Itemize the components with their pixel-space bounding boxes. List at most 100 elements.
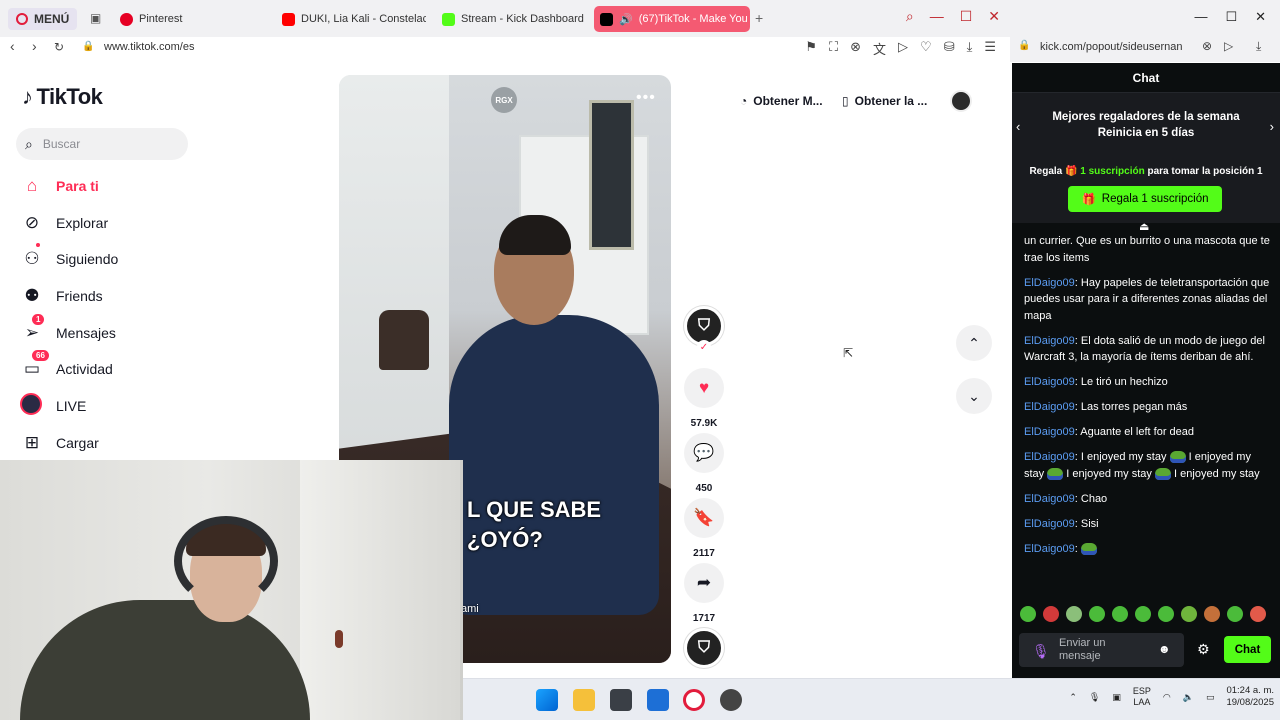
forward-icon[interactable]: › bbox=[32, 38, 37, 54]
download-icon[interactable]: ⤓ bbox=[1256, 39, 1261, 54]
emote-icon[interactable] bbox=[1158, 606, 1174, 622]
account-icon[interactable]: ⛁ bbox=[944, 39, 955, 58]
emote-icon[interactable] bbox=[1089, 606, 1105, 622]
music-disc[interactable]: ⛉ bbox=[684, 628, 724, 668]
close-icon[interactable]: ✕ bbox=[1255, 9, 1266, 25]
search-input[interactable]: ⌕ Buscar bbox=[16, 128, 188, 160]
more-options-icon[interactable]: ••• bbox=[636, 89, 656, 107]
followed-check-icon[interactable]: ✓ bbox=[697, 340, 711, 354]
microphone-icon[interactable]: 🎙 bbox=[1089, 692, 1100, 703]
get-desktop-app-link[interactable]: ▯ Obtener la ... bbox=[842, 90, 927, 112]
nav-siguiendo[interactable]: ⚇ Siguiendo bbox=[22, 243, 118, 271]
emote-icon[interactable] bbox=[1112, 606, 1128, 622]
heart-icon[interactable]: ♡ bbox=[920, 39, 932, 58]
minimize-icon[interactable]: — bbox=[1194, 9, 1207, 25]
language-indicator[interactable]: ESP LAA bbox=[1133, 686, 1151, 708]
nav-mensajes[interactable]: ➢ 1 Mensajes bbox=[22, 314, 116, 345]
speaker-icon[interactable]: 🔊 bbox=[619, 13, 633, 26]
adblock-icon[interactable]: ⊗ bbox=[850, 39, 861, 58]
file-explorer-icon[interactable] bbox=[573, 689, 595, 711]
next-video-button[interactable]: ⌄ bbox=[956, 378, 992, 414]
play-icon[interactable]: ▷ bbox=[898, 39, 908, 58]
chat-username[interactable]: ElDaigo09 bbox=[1024, 401, 1075, 413]
pin-icon[interactable]: ⚑ bbox=[805, 39, 817, 58]
emote-icon[interactable] bbox=[1066, 606, 1082, 622]
chat-username[interactable]: ElDaigo09 bbox=[1024, 426, 1075, 438]
emote-icon[interactable] bbox=[1135, 606, 1151, 622]
search-tabs-icon[interactable]: ⌕ bbox=[906, 8, 914, 25]
obs-icon[interactable] bbox=[720, 689, 742, 711]
back-icon[interactable]: ‹ bbox=[10, 38, 15, 54]
chat-username[interactable]: ElDaigo09 bbox=[1024, 543, 1075, 555]
chat-username[interactable]: ElDaigo09 bbox=[1024, 277, 1075, 289]
emote-icon[interactable] bbox=[1181, 606, 1197, 622]
easy-setup-icon[interactable]: ☰ bbox=[984, 39, 996, 58]
volume-icon[interactable]: 🔈 bbox=[1183, 692, 1194, 703]
tiktok-logo[interactable]: ♪ TikTok bbox=[22, 84, 103, 110]
translate-icon[interactable]: 文 bbox=[873, 39, 886, 58]
get-app-link[interactable]: ◔ Obtener M... bbox=[740, 90, 823, 112]
download-icon[interactable]: ⤓ bbox=[967, 39, 973, 58]
snapshot-icon[interactable]: ⛶ bbox=[829, 39, 838, 58]
gift-subscription-button[interactable]: 🎁 Regala 1 suscripción bbox=[1068, 186, 1222, 212]
workspaces-icon[interactable]: ▣ bbox=[90, 11, 101, 25]
chat-username[interactable]: ElDaigo09 bbox=[1024, 518, 1075, 530]
battery-icon[interactable]: ▭ bbox=[1206, 692, 1215, 703]
send-chat-button[interactable]: Chat bbox=[1224, 636, 1271, 663]
adblock-icon[interactable]: ⊗ bbox=[1202, 39, 1212, 53]
chat-username[interactable]: ElDaigo09 bbox=[1024, 335, 1075, 347]
close-icon[interactable]: ✕ bbox=[988, 8, 1000, 25]
video-frame-painting bbox=[589, 100, 634, 250]
app-cube-icon[interactable] bbox=[610, 689, 632, 711]
display-icon[interactable]: ▣ bbox=[1112, 692, 1121, 703]
like-button[interactable]: ♥ 57.9K bbox=[684, 368, 724, 429]
nav-para-ti[interactable]: ⌂ Para ti bbox=[22, 174, 99, 198]
pepe-emote-icon bbox=[1080, 542, 1097, 555]
creator-avatar[interactable]: ⛉ ✓ bbox=[684, 306, 724, 354]
tab-pinterest[interactable]: Pinterest bbox=[114, 6, 274, 32]
collapse-handle-icon[interactable]: ⏏ bbox=[1139, 220, 1149, 233]
minimize-icon[interactable]: — bbox=[930, 8, 944, 25]
maximize-icon[interactable]: ☐ bbox=[960, 8, 973, 25]
tab-youtube[interactable]: DUKI, Lia Kali - Constelac bbox=[276, 6, 426, 32]
caption-line: ¿OYÓ? bbox=[467, 527, 543, 552]
chat-username[interactable]: ElDaigo09 bbox=[1024, 451, 1075, 463]
save-button[interactable]: 🔖 2117 bbox=[684, 498, 724, 559]
emote-icon[interactable] bbox=[1250, 606, 1266, 622]
coin-icon: ◔ bbox=[740, 94, 748, 108]
play-icon[interactable]: ▷ bbox=[1224, 39, 1233, 53]
maximize-icon[interactable]: ☐ bbox=[1225, 9, 1237, 25]
tab-kick-dashboard[interactable]: Stream - Kick Dashboard bbox=[436, 6, 591, 32]
app-edit-icon[interactable] bbox=[647, 689, 669, 711]
microphone-icon[interactable]: 🎙 bbox=[1032, 643, 1050, 660]
chat-username[interactable]: ElDaigo09 bbox=[1024, 376, 1075, 388]
emote-icon[interactable] bbox=[1020, 606, 1036, 622]
wifi-icon[interactable]: ◠ bbox=[1163, 692, 1171, 703]
emoji-picker-icon[interactable]: ☻ bbox=[1158, 642, 1171, 656]
gear-icon[interactable]: ⚙ bbox=[1197, 641, 1210, 658]
emote-icon[interactable] bbox=[1204, 606, 1220, 622]
opera-taskbar-icon[interactable] bbox=[683, 689, 705, 711]
nav-live[interactable]: LIVE bbox=[20, 392, 86, 418]
url-field[interactable]: www.tiktok.com/es bbox=[104, 41, 194, 53]
comment-button[interactable]: 💬 450 bbox=[684, 433, 724, 494]
chevron-up-icon[interactable]: ⌃ bbox=[1069, 692, 1077, 703]
nav-actividad[interactable]: ▭ 66 Actividad bbox=[22, 350, 113, 381]
opera-menu-button[interactable]: MENÚ bbox=[8, 8, 78, 30]
emote-icon[interactable] bbox=[1043, 606, 1059, 622]
kick-url-field[interactable]: kick.com/popout/sideusernan bbox=[1040, 41, 1182, 53]
new-tab-icon[interactable]: + bbox=[755, 10, 763, 26]
chat-message: un currier. Que es un burrito o una masc… bbox=[1024, 233, 1270, 266]
nav-friends[interactable]: ⚉ Friends bbox=[22, 284, 102, 308]
nav-explorar[interactable]: ⊘ Explorar bbox=[22, 211, 108, 235]
tab-tiktok[interactable]: 🔊 (67)TikTok - Make You bbox=[594, 6, 750, 32]
chat-username[interactable]: ElDaigo09 bbox=[1024, 493, 1075, 505]
reload-icon[interactable]: ↻ bbox=[54, 40, 64, 54]
clock[interactable]: 01:24 a. m. 19/08/2025 bbox=[1226, 685, 1274, 709]
nav-cargar[interactable]: ⊞ Cargar bbox=[22, 431, 99, 455]
emote-icon[interactable] bbox=[1227, 606, 1243, 622]
previous-video-button[interactable]: ⌃ bbox=[956, 325, 992, 361]
windows-start-icon[interactable] bbox=[536, 689, 558, 711]
share-button[interactable]: ➦ 1717 bbox=[684, 563, 724, 624]
user-avatar[interactable] bbox=[950, 90, 972, 112]
